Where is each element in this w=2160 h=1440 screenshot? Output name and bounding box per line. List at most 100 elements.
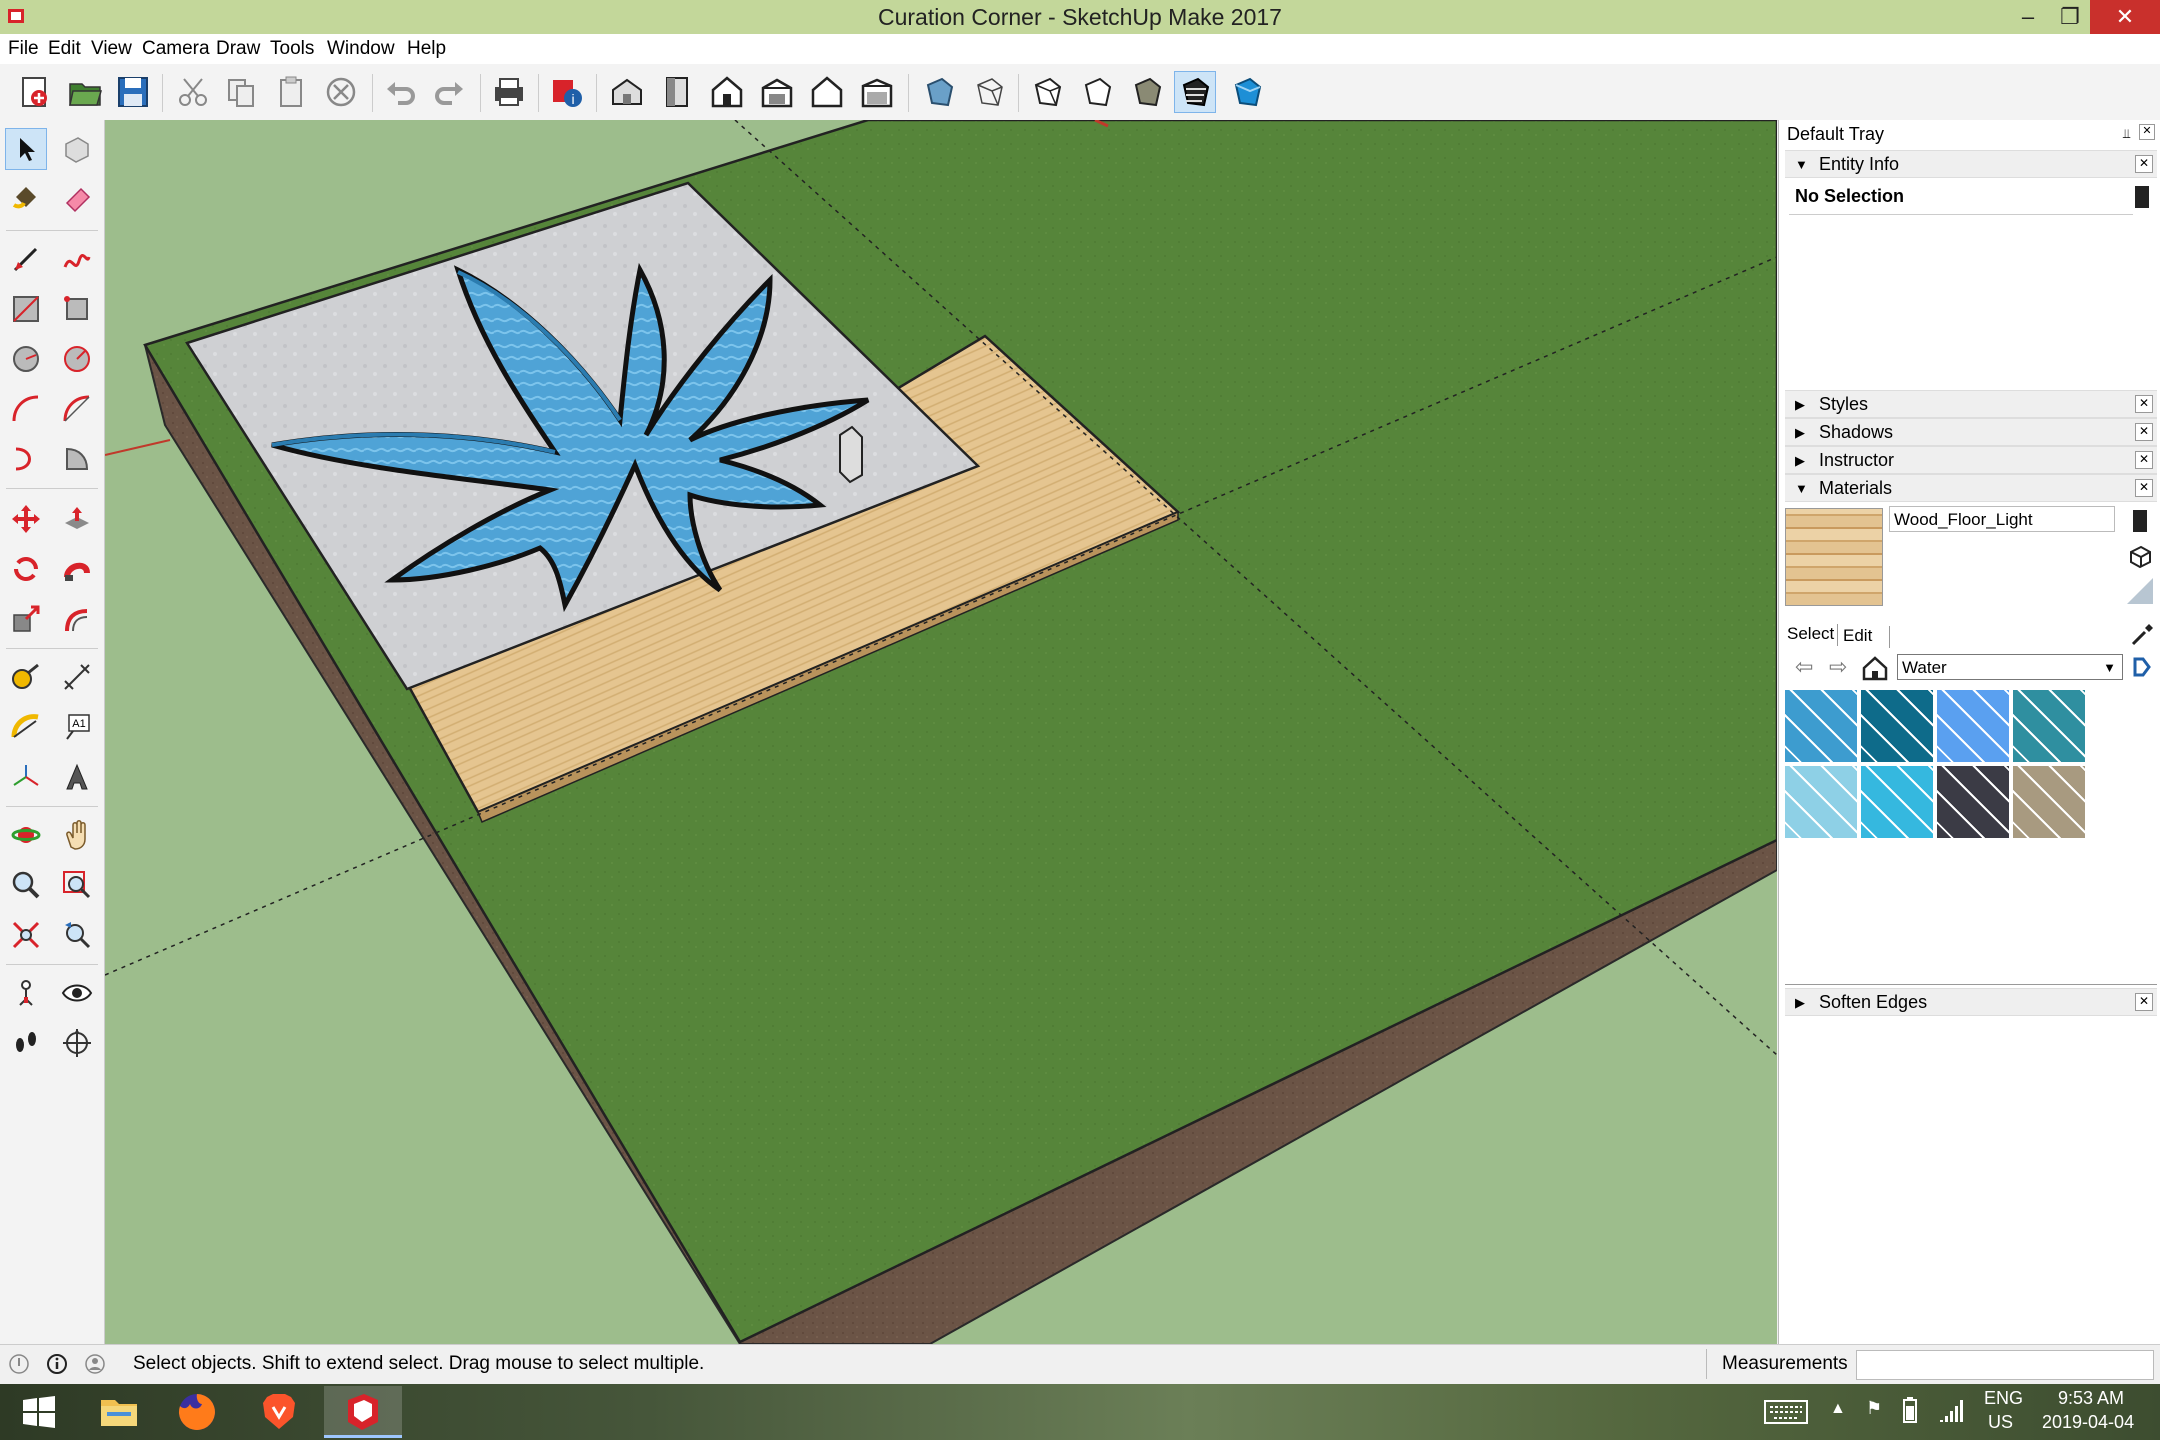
rectangle-tool-icon[interactable] — [5, 288, 47, 330]
tape-measure-icon[interactable] — [5, 656, 47, 698]
undo-icon[interactable] — [380, 71, 422, 113]
open-folder-icon[interactable] — [64, 71, 106, 113]
styles-panel-header[interactable]: ▶ Styles ✕ — [1785, 390, 2157, 418]
three-point-arc-icon[interactable] — [5, 438, 47, 480]
materials-tab-select[interactable]: Select — [1787, 624, 1834, 644]
menu-draw[interactable]: Draw — [216, 34, 260, 64]
eyedropper-icon[interactable] — [2129, 620, 2157, 648]
rotated-rectangle-icon[interactable] — [56, 288, 98, 330]
move-tool-icon[interactable] — [5, 498, 47, 540]
pin-icon[interactable]: ⫫ — [2123, 126, 2130, 142]
hidden-line-style-icon[interactable] — [1026, 71, 1068, 113]
signal-icon[interactable] — [1938, 1396, 1964, 1424]
entity-info-panel-header[interactable]: ▼ Entity Info ✕ — [1785, 150, 2157, 178]
materials-tab-edit[interactable]: Edit — [1843, 626, 1872, 646]
water-swatch-6[interactable] — [1861, 766, 1933, 838]
model-info-icon[interactable]: i — [546, 71, 588, 113]
pie-tool-icon[interactable] — [56, 438, 98, 480]
menu-file[interactable]: File — [8, 34, 39, 64]
details-arrow-icon[interactable] — [2129, 654, 2155, 680]
create-material-icon[interactable] — [2133, 510, 2147, 532]
material-name-field[interactable]: Wood_Floor_Light — [1889, 506, 2115, 532]
close-button[interactable]: ✕ — [2090, 0, 2160, 34]
windows-start-icon[interactable] — [0, 1386, 78, 1438]
shaded-with-textures-icon[interactable] — [1126, 71, 1168, 113]
chevron-up-icon[interactable]: ▲ — [1830, 1400, 1846, 1418]
tray-close-icon[interactable]: ✕ — [2139, 124, 2155, 140]
rotate-tool-icon[interactable] — [5, 548, 47, 590]
material-library-dropdown[interactable]: Water ▼ — [1897, 654, 2123, 680]
clock-time[interactable]: 9:53 AM — [2058, 1388, 2124, 1409]
brave-browser-icon[interactable] — [240, 1386, 318, 1438]
left-view-icon[interactable] — [856, 71, 898, 113]
print-icon[interactable] — [488, 71, 530, 113]
xray-style-icon[interactable] — [918, 71, 960, 113]
monochrome-style-icon[interactable] — [1174, 71, 1216, 113]
follow-me-icon[interactable] — [56, 548, 98, 590]
close-icon[interactable]: ✕ — [2135, 395, 2153, 413]
menu-tools[interactable]: Tools — [270, 34, 314, 64]
dimension-tool-icon[interactable] — [56, 656, 98, 698]
text-tool-icon[interactable]: A1 — [56, 706, 98, 748]
back-arrow-icon[interactable]: ⇦ — [1795, 654, 1813, 680]
look-around-eye-icon[interactable] — [56, 972, 98, 1014]
instructor-panel-header[interactable]: ▶ Instructor ✕ — [1785, 446, 2157, 474]
sample-paint-triangle-icon[interactable] — [2125, 576, 2155, 606]
textures-style-icon[interactable] — [1226, 71, 1268, 113]
save-icon[interactable] — [112, 71, 154, 113]
battery-icon[interactable] — [1902, 1396, 1918, 1424]
zoom-extents-icon[interactable] — [5, 914, 47, 956]
pan-hand-icon[interactable] — [56, 814, 98, 856]
default-material-icon[interactable] — [2127, 544, 2153, 570]
sketchup-taskbar-icon[interactable] — [324, 1386, 402, 1438]
close-icon[interactable]: ✕ — [2135, 155, 2153, 173]
water-swatch-5[interactable] — [1785, 766, 1857, 838]
menu-help[interactable]: Help — [407, 34, 446, 64]
polygon-tool-icon[interactable] — [56, 338, 98, 380]
arc-tool-icon[interactable] — [5, 388, 47, 430]
soften-edges-panel-header[interactable]: ▶ Soften Edges ✕ — [1785, 988, 2157, 1016]
close-icon[interactable]: ✕ — [2135, 451, 2153, 469]
eraser-icon[interactable] — [56, 178, 98, 220]
close-icon[interactable]: ✕ — [2135, 423, 2153, 441]
water-swatch-3[interactable] — [1937, 690, 2009, 762]
water-swatch-2[interactable] — [1861, 690, 1933, 762]
previous-view-icon[interactable] — [56, 914, 98, 956]
water-swatch-7[interactable] — [1937, 766, 2009, 838]
scene-canvas[interactable] — [105, 120, 1777, 1344]
menu-camera[interactable]: Camera — [142, 34, 210, 64]
water-swatch-4[interactable] — [2013, 690, 2085, 762]
push-pull-icon[interactable] — [56, 498, 98, 540]
shadows-panel-header[interactable]: ▶ Shadows ✕ — [1785, 418, 2157, 446]
paste-icon[interactable] — [270, 71, 312, 113]
wireframe-style-icon[interactable] — [968, 71, 1010, 113]
forward-arrow-icon[interactable]: ⇨ — [1829, 654, 1847, 680]
offset-tool-icon[interactable] — [56, 598, 98, 640]
model-viewport[interactable] — [105, 120, 1777, 1344]
section-plane-icon[interactable] — [56, 1022, 98, 1064]
make-component-icon[interactable] — [56, 128, 98, 170]
circle-tool-icon[interactable] — [5, 338, 47, 380]
language-code[interactable]: ENG — [1984, 1388, 2023, 1409]
shaded-style-icon[interactable] — [1076, 71, 1118, 113]
clock-date[interactable]: 2019-04-04 — [2042, 1412, 2134, 1433]
position-camera-icon[interactable] — [5, 972, 47, 1014]
file-explorer-icon[interactable] — [80, 1386, 158, 1438]
freehand-tool-icon[interactable] — [56, 238, 98, 280]
top-view-icon[interactable] — [656, 71, 698, 113]
close-icon[interactable]: ✕ — [2135, 993, 2153, 1011]
redo-icon[interactable] — [428, 71, 470, 113]
home-icon[interactable] — [1861, 654, 1889, 682]
select-tool-icon[interactable] — [5, 128, 47, 170]
protractor-icon[interactable] — [5, 706, 47, 748]
cut-icon[interactable] — [172, 71, 214, 113]
materials-panel-header[interactable]: ▼ Materials ✕ — [1785, 474, 2157, 502]
line-tool-icon[interactable] — [5, 238, 47, 280]
walk-footprints-icon[interactable] — [5, 1022, 47, 1064]
iso-view-icon[interactable] — [606, 71, 648, 113]
axes-tool-icon[interactable] — [5, 756, 47, 798]
keyboard-icon[interactable] — [1764, 1398, 1808, 1426]
region-code[interactable]: US — [1988, 1412, 2013, 1433]
menu-edit[interactable]: Edit — [48, 34, 81, 64]
scale-tool-icon[interactable] — [5, 598, 47, 640]
